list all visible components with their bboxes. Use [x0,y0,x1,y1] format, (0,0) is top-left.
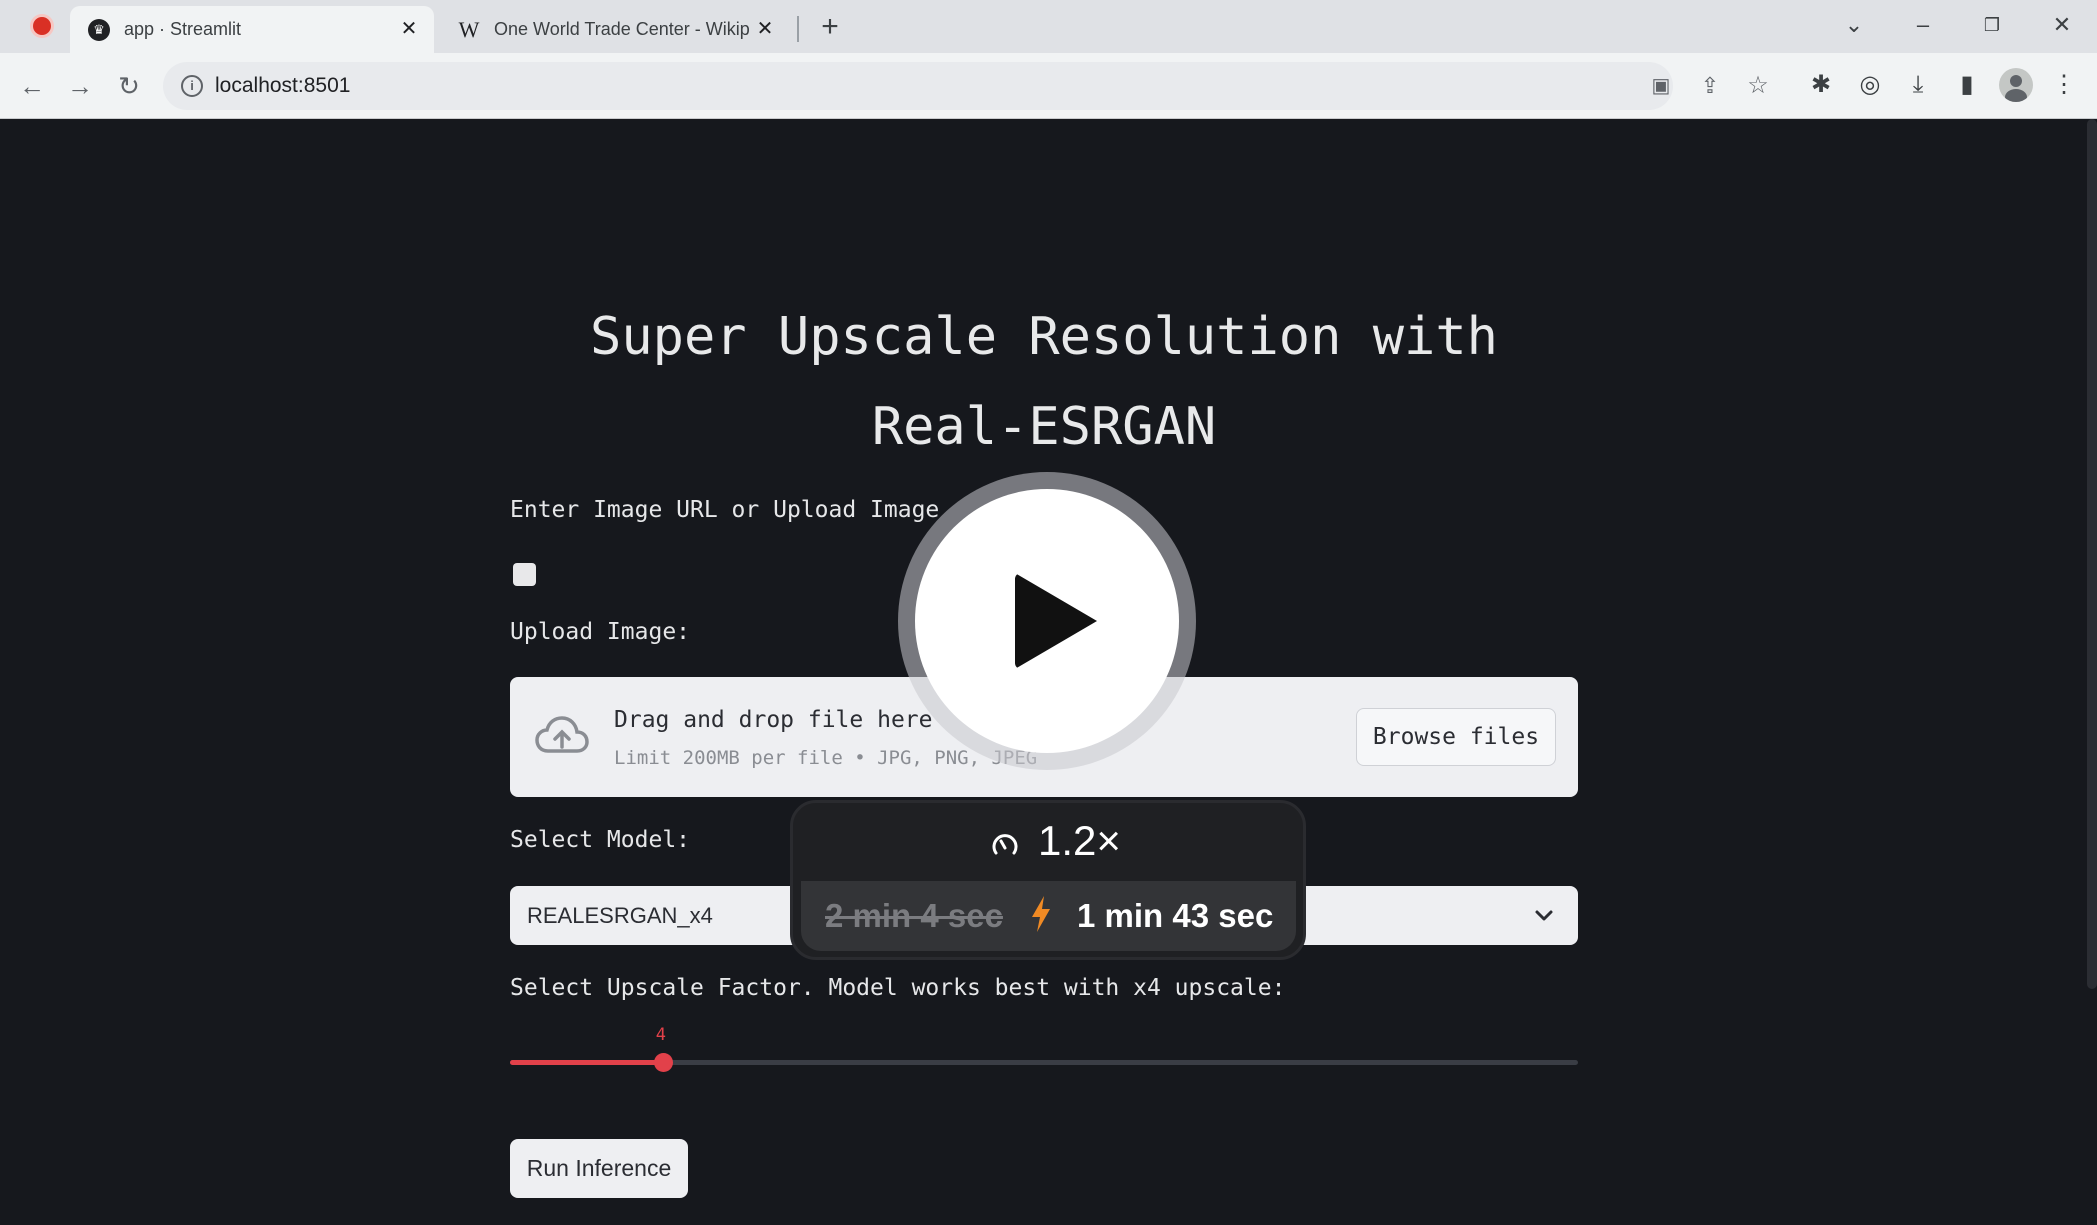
download-icon[interactable]: ⤓ [1903,70,1933,100]
tab-divider [797,16,799,42]
dropzone-title: Drag and drop file here [614,707,933,733]
page-title: Super Upscale Resolution with Real-ESRGA… [590,307,1498,457]
media-controls-icon[interactable]: ◎ [1855,70,1885,100]
browse-files-button[interactable]: Browse files [1356,708,1556,766]
bookmark-star-icon[interactable]: ☆ [1743,71,1773,101]
forward-arrow-icon[interactable]: → [64,70,96,102]
share-icon[interactable]: ⇪ [1695,71,1725,101]
slider-thumb[interactable] [653,1053,673,1072]
slider-fill [510,1060,663,1065]
reload-icon[interactable]: ↻ [113,70,145,102]
upscale-label: Select Upscale Factor. Model works best … [510,975,1286,1001]
minimize-icon[interactable]: – [1908,10,1938,40]
source-toggle-label: Enter Image URL or Upload Image [510,497,940,523]
speedometer-icon [992,834,1018,855]
address-bar[interactable]: i localhost:8501 ▣ ⇪ ☆ [163,62,1769,110]
extensions-puzzle-icon[interactable]: ✱ [1806,70,1836,100]
playback-speed-card: 1.2× 2 min 4 sec 1 min 43 sec [790,800,1306,960]
profile-avatar-icon[interactable] [1999,68,2033,102]
new-tab-plus-icon[interactable]: + [815,12,845,42]
site-info-icon[interactable]: i [181,75,203,97]
side-panel-icon[interactable]: ▮ [1952,70,1982,100]
url-toggle-checkbox[interactable] [513,563,536,586]
original-duration: 2 min 4 sec [825,897,1003,934]
upscale-slider[interactable]: 4 [510,1025,1578,1080]
close-window-icon[interactable]: ✕ [2047,10,2077,40]
play-button[interactable] [915,489,1179,753]
tab-strip: ♛ app · Streamlit ✕ W One World Trade Ce… [0,0,2097,53]
tab-title: app · Streamlit [124,19,242,39]
close-icon[interactable]: ✕ [398,18,420,40]
back-arrow-icon[interactable]: ← [16,70,48,102]
url-text: localhost:8501 [215,74,351,97]
cast-blocked-icon[interactable]: ▣ [1646,71,1676,101]
upload-label: Upload Image: [510,619,691,645]
streamlit-crown-icon: ♛ [88,18,110,41]
run-inference-button[interactable]: Run Inference [510,1139,688,1198]
chevron-down-icon [1535,910,1553,921]
duration-row: 2 min 4 sec 1 min 43 sec [801,881,1296,951]
slider-value: 4 [655,1025,666,1045]
play-icon [1015,573,1097,669]
cloud-upload-icon [535,716,589,753]
speed-header: 1.2× [793,803,1303,881]
page-scrollbar[interactable] [2087,119,2097,989]
recording-indicator-icon [33,17,51,35]
close-icon[interactable]: ✕ [754,18,776,40]
browser-window: ♛ app · Streamlit ✕ W One World Trade Ce… [0,0,2097,1225]
tab-title: One World Trade Center - Wikip [494,19,750,39]
address-toolbar: ← → ↻ i localhost:8501 ▣ ⇪ ☆ ✱ ◎ ⤓ ▮ ⋮ [0,53,2097,119]
tab-wikipedia[interactable]: W One World Trade Center - Wikip ✕ [440,6,790,53]
new-duration: 1 min 43 sec [1077,897,1274,934]
more-menu-icon[interactable]: ⋮ [2049,70,2079,100]
tab-search-chevron-icon[interactable]: ⌄ [1839,10,1869,40]
model-label: Select Model: [510,827,691,853]
tab-streamlit[interactable]: ♛ app · Streamlit ✕ [70,6,434,53]
lightning-bolt-icon [1032,896,1050,932]
speed-value: 1.2× [1038,817,1121,864]
restore-icon[interactable]: ❐ [1977,10,2007,40]
model-select-value: REALESRGAN_x4 [527,903,713,928]
wikipedia-w-icon: W [458,16,480,42]
